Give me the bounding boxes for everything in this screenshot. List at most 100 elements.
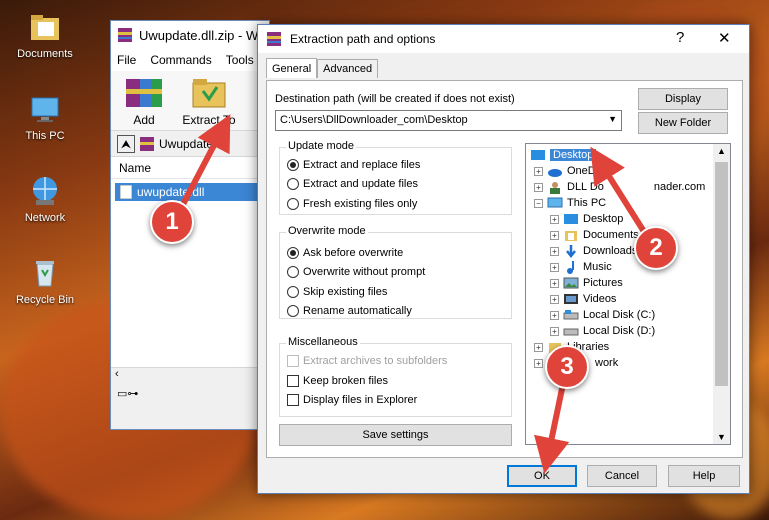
expand-icon[interactable]: +: [550, 262, 559, 272]
help-button[interactable]: Help: [668, 465, 740, 487]
tree-item-label: Downloads: [583, 245, 638, 257]
option-label: Extract and update files: [303, 178, 418, 190]
winrar-logo-icon: [267, 32, 281, 46]
folder-tree[interactable]: Desktop + OneD + DLL Do nader.com − This …: [525, 143, 731, 445]
expand-icon[interactable]: +: [550, 278, 559, 288]
general-tab-panel: Destination path (will be created if doe…: [266, 80, 743, 458]
step-marker-3: 3: [545, 345, 589, 389]
chevron-down-icon[interactable]: ▼: [608, 114, 617, 124]
expand-icon[interactable]: +: [550, 230, 559, 240]
documents-icon: [565, 231, 577, 241]
expand-icon[interactable]: +: [534, 358, 543, 368]
column-header-name[interactable]: Name: [111, 157, 269, 179]
tree-item-pictures[interactable]: + Pictures: [550, 275, 623, 291]
tree-item-documents[interactable]: + Documents: [550, 227, 639, 243]
tree-item-onedrive[interactable]: + OneD: [534, 163, 596, 179]
videos-icon: [564, 294, 578, 304]
check-extract-subfolders[interactable]: Extract archives to subfolders: [287, 355, 447, 367]
up-folder-icon[interactable]: ⮝: [117, 134, 135, 153]
tree-item-label: work: [595, 357, 619, 369]
menu-tools[interactable]: Tools: [226, 53, 254, 67]
expand-icon[interactable]: +: [550, 246, 559, 256]
scrollbar-thumb[interactable]: [715, 162, 728, 386]
menu-commands[interactable]: Commands: [150, 53, 211, 67]
network-globe-icon: [28, 174, 62, 208]
winrar-logo-icon: [118, 28, 132, 42]
tree-item-downloads[interactable]: + Downloads: [550, 243, 637, 259]
winrar-menu-bar: File Commands Tools: [111, 49, 269, 71]
tree-item-this-pc[interactable]: − This PC: [534, 195, 606, 211]
tree-item-user[interactable]: + DLL Do nader.com: [534, 179, 705, 195]
tree-item-desktop-root[interactable]: Desktop: [530, 147, 597, 163]
destination-path-input[interactable]: C:\Users\DllDownloader_com\Desktop ▼: [275, 110, 622, 131]
option-label: Fresh existing files only: [303, 198, 418, 210]
winrar-title-bar[interactable]: Uwupdate.dll.zip - W: [111, 21, 269, 49]
tree-item-label: Music: [583, 261, 612, 273]
file-name: uwupdate.dll: [137, 185, 205, 199]
scroll-down-icon[interactable]: ▼: [717, 432, 726, 442]
radio-extract-update[interactable]: Extract and update files: [287, 178, 418, 190]
onedrive-cloud-icon: [548, 169, 562, 177]
tree-item-desktop[interactable]: + Desktop: [550, 211, 623, 227]
list-item[interactable]: uwupdate.dll: [115, 183, 265, 201]
expand-icon[interactable]: +: [550, 294, 559, 304]
option-label: Skip existing files: [303, 286, 388, 298]
check-display-in-explorer[interactable]: Display files in Explorer: [287, 394, 417, 406]
extract-to-button[interactable]: Extract To: [177, 75, 241, 127]
tree-item-label-cont: nader.com: [653, 181, 706, 193]
expand-icon[interactable]: +: [550, 326, 559, 336]
desktop-icon: [531, 150, 545, 160]
option-label: Extract and replace files: [303, 159, 421, 171]
winrar-status-bar: ▭⊶: [111, 383, 269, 405]
winrar-toolbar: Add Extract To: [111, 71, 269, 131]
tree-item-local-disk-d[interactable]: + Local Disk (D:): [550, 323, 655, 339]
desktop-icon-network[interactable]: Network: [5, 174, 85, 224]
expand-icon[interactable]: +: [534, 342, 543, 352]
expand-icon[interactable]: +: [534, 182, 543, 192]
check-keep-broken-files[interactable]: Keep broken files: [287, 375, 388, 387]
expand-icon[interactable]: +: [534, 166, 543, 176]
radio-overwrite-without-prompt[interactable]: Overwrite without prompt: [287, 266, 425, 278]
help-icon[interactable]: ?: [676, 29, 684, 46]
dialog-title-bar[interactable]: Extraction path and options ? ✕: [258, 25, 749, 53]
drive-key-icon: ▭⊶: [117, 388, 139, 400]
tree-item-label: Videos: [583, 293, 617, 305]
tree-item-local-disk-c[interactable]: + Local Disk (C:): [550, 307, 655, 323]
menu-file[interactable]: File: [117, 53, 136, 67]
tree-item-videos[interactable]: + Videos: [550, 291, 616, 307]
scroll-left-icon[interactable]: ‹: [111, 368, 119, 380]
tab-general[interactable]: General: [266, 58, 318, 78]
scroll-up-icon[interactable]: ▲: [717, 146, 726, 156]
radio-fresh-existing[interactable]: Fresh existing files only: [287, 198, 417, 210]
add-button[interactable]: Add: [117, 75, 171, 127]
option-label: Keep broken files: [303, 375, 388, 387]
expand-icon[interactable]: +: [550, 310, 559, 320]
tree-item-music[interactable]: + Music: [550, 259, 612, 275]
collapse-icon[interactable]: −: [534, 198, 543, 208]
radio-extract-replace[interactable]: Extract and replace files: [287, 159, 420, 171]
new-folder-button[interactable]: New Folder: [638, 112, 728, 134]
desktop-icon-this-pc[interactable]: This PC: [5, 92, 85, 142]
tab-advanced[interactable]: Advanced: [317, 59, 379, 78]
extract-to-icon: [187, 75, 231, 111]
winrar-h-scrollbar[interactable]: ‹: [111, 367, 269, 383]
radio-rename-automatically[interactable]: Rename automatically: [287, 305, 412, 317]
expand-icon[interactable]: +: [550, 214, 559, 224]
desktop-icon-documents[interactable]: Documents: [5, 10, 85, 60]
folder-documents-icon: [28, 10, 62, 44]
ok-button[interactable]: OK: [507, 465, 577, 487]
radio-button-icon: [287, 178, 299, 190]
radio-ask-before-overwrite[interactable]: Ask before overwrite: [287, 247, 403, 259]
downloads-arrow-icon: [566, 245, 576, 258]
option-label: Extract archives to subfolders: [303, 355, 448, 367]
tree-v-scrollbar[interactable]: ▲ ▼: [713, 144, 730, 444]
desktop-icon-recycle-bin[interactable]: Recycle Bin: [5, 256, 85, 306]
display-button[interactable]: Display: [638, 88, 728, 110]
save-settings-button[interactable]: Save settings: [279, 424, 512, 446]
dialog-tabs: General Advanced: [266, 58, 379, 78]
close-icon[interactable]: ✕: [718, 29, 731, 47]
cancel-button[interactable]: Cancel: [587, 465, 657, 487]
radio-skip-existing[interactable]: Skip existing files: [287, 286, 387, 298]
option-label: Display files in Explorer: [303, 394, 418, 406]
add-button-label: Add: [133, 113, 155, 127]
